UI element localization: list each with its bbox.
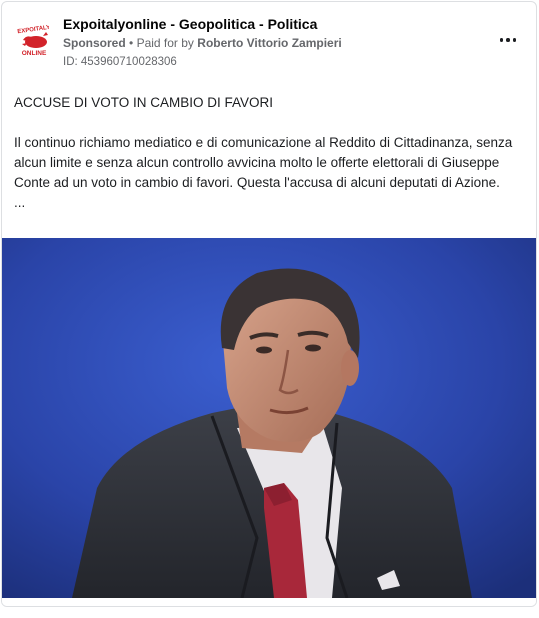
ad-body: ACCUSE DI VOTO IN CAMBIO DI FAVORI Il co… [14, 93, 524, 213]
see-more-ellipsis[interactable]: ... [14, 193, 524, 213]
paid-for-prefix: Paid for by [136, 36, 194, 50]
ad-headline: ACCUSE DI VOTO IN CAMBIO DI FAVORI [14, 95, 274, 110]
card-footer [2, 598, 536, 606]
portrait-photo [2, 238, 536, 598]
ad-card: EXPOITALY ONLINE Expoitalyonline - Geopo… [1, 1, 537, 607]
avatar-text-bottom: ONLINE [22, 50, 47, 57]
ad-paragraph: Il continuo richiamo mediatico e di comu… [14, 135, 513, 190]
expoitaly-logo-icon: EXPOITALY ONLINE [13, 20, 55, 62]
more-dot [512, 38, 517, 42]
ad-id: ID: 453960710028306 [63, 56, 177, 68]
paid-for-name: Roberto Vittorio Zampieri [197, 36, 342, 50]
sponsored-label[interactable]: Sponsored [63, 36, 126, 50]
more-horizontal-icon [499, 38, 504, 42]
more-options-button[interactable] [496, 30, 520, 50]
page-avatar[interactable]: EXPOITALY ONLINE [13, 20, 55, 62]
sponsored-line: Sponsored • Paid for by Roberto Vittorio… [63, 36, 342, 50]
more-dot [506, 38, 510, 42]
meta-separator: • [129, 36, 134, 50]
ad-header: EXPOITALY ONLINE Expoitalyonline - Geopo… [2, 2, 536, 82]
page-name-link[interactable]: Expoitalyonline - Geopolitica - Politica [63, 16, 317, 32]
ad-image[interactable] [2, 238, 536, 598]
